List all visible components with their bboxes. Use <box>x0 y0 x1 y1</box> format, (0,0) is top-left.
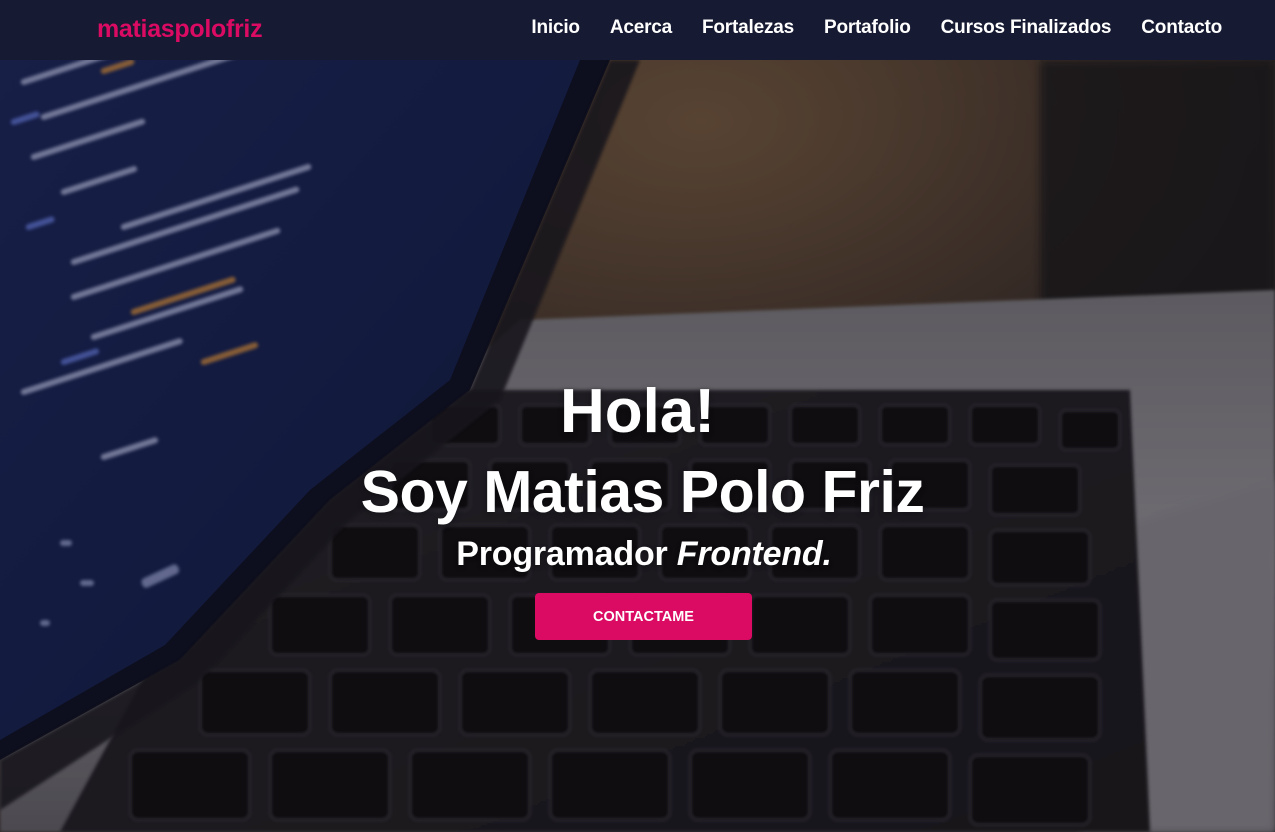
nav-link-acerca[interactable]: Acerca <box>610 17 672 39</box>
nav-menu: Inicio Acerca Fortalezas Portafolio Curs… <box>531 17 1222 39</box>
nav-link-inicio[interactable]: Inicio <box>531 17 580 39</box>
nav-link-portafolio[interactable]: Portafolio <box>824 17 911 39</box>
nav-link-cursos-finalizados[interactable]: Cursos Finalizados <box>941 17 1112 39</box>
hero-background-image <box>0 60 1275 832</box>
nav-link-contacto[interactable]: Contacto <box>1141 17 1222 39</box>
nav-link-fortalezas[interactable]: Fortalezas <box>702 17 794 39</box>
brand-logo-link[interactable]: matiaspolofriz <box>97 15 263 44</box>
contact-cta-button[interactable]: CONTACTAME <box>535 593 752 640</box>
hero-dark-overlay <box>0 60 1275 832</box>
top-navbar: matiaspolofriz Inicio Acerca Fortalezas … <box>0 0 1275 60</box>
